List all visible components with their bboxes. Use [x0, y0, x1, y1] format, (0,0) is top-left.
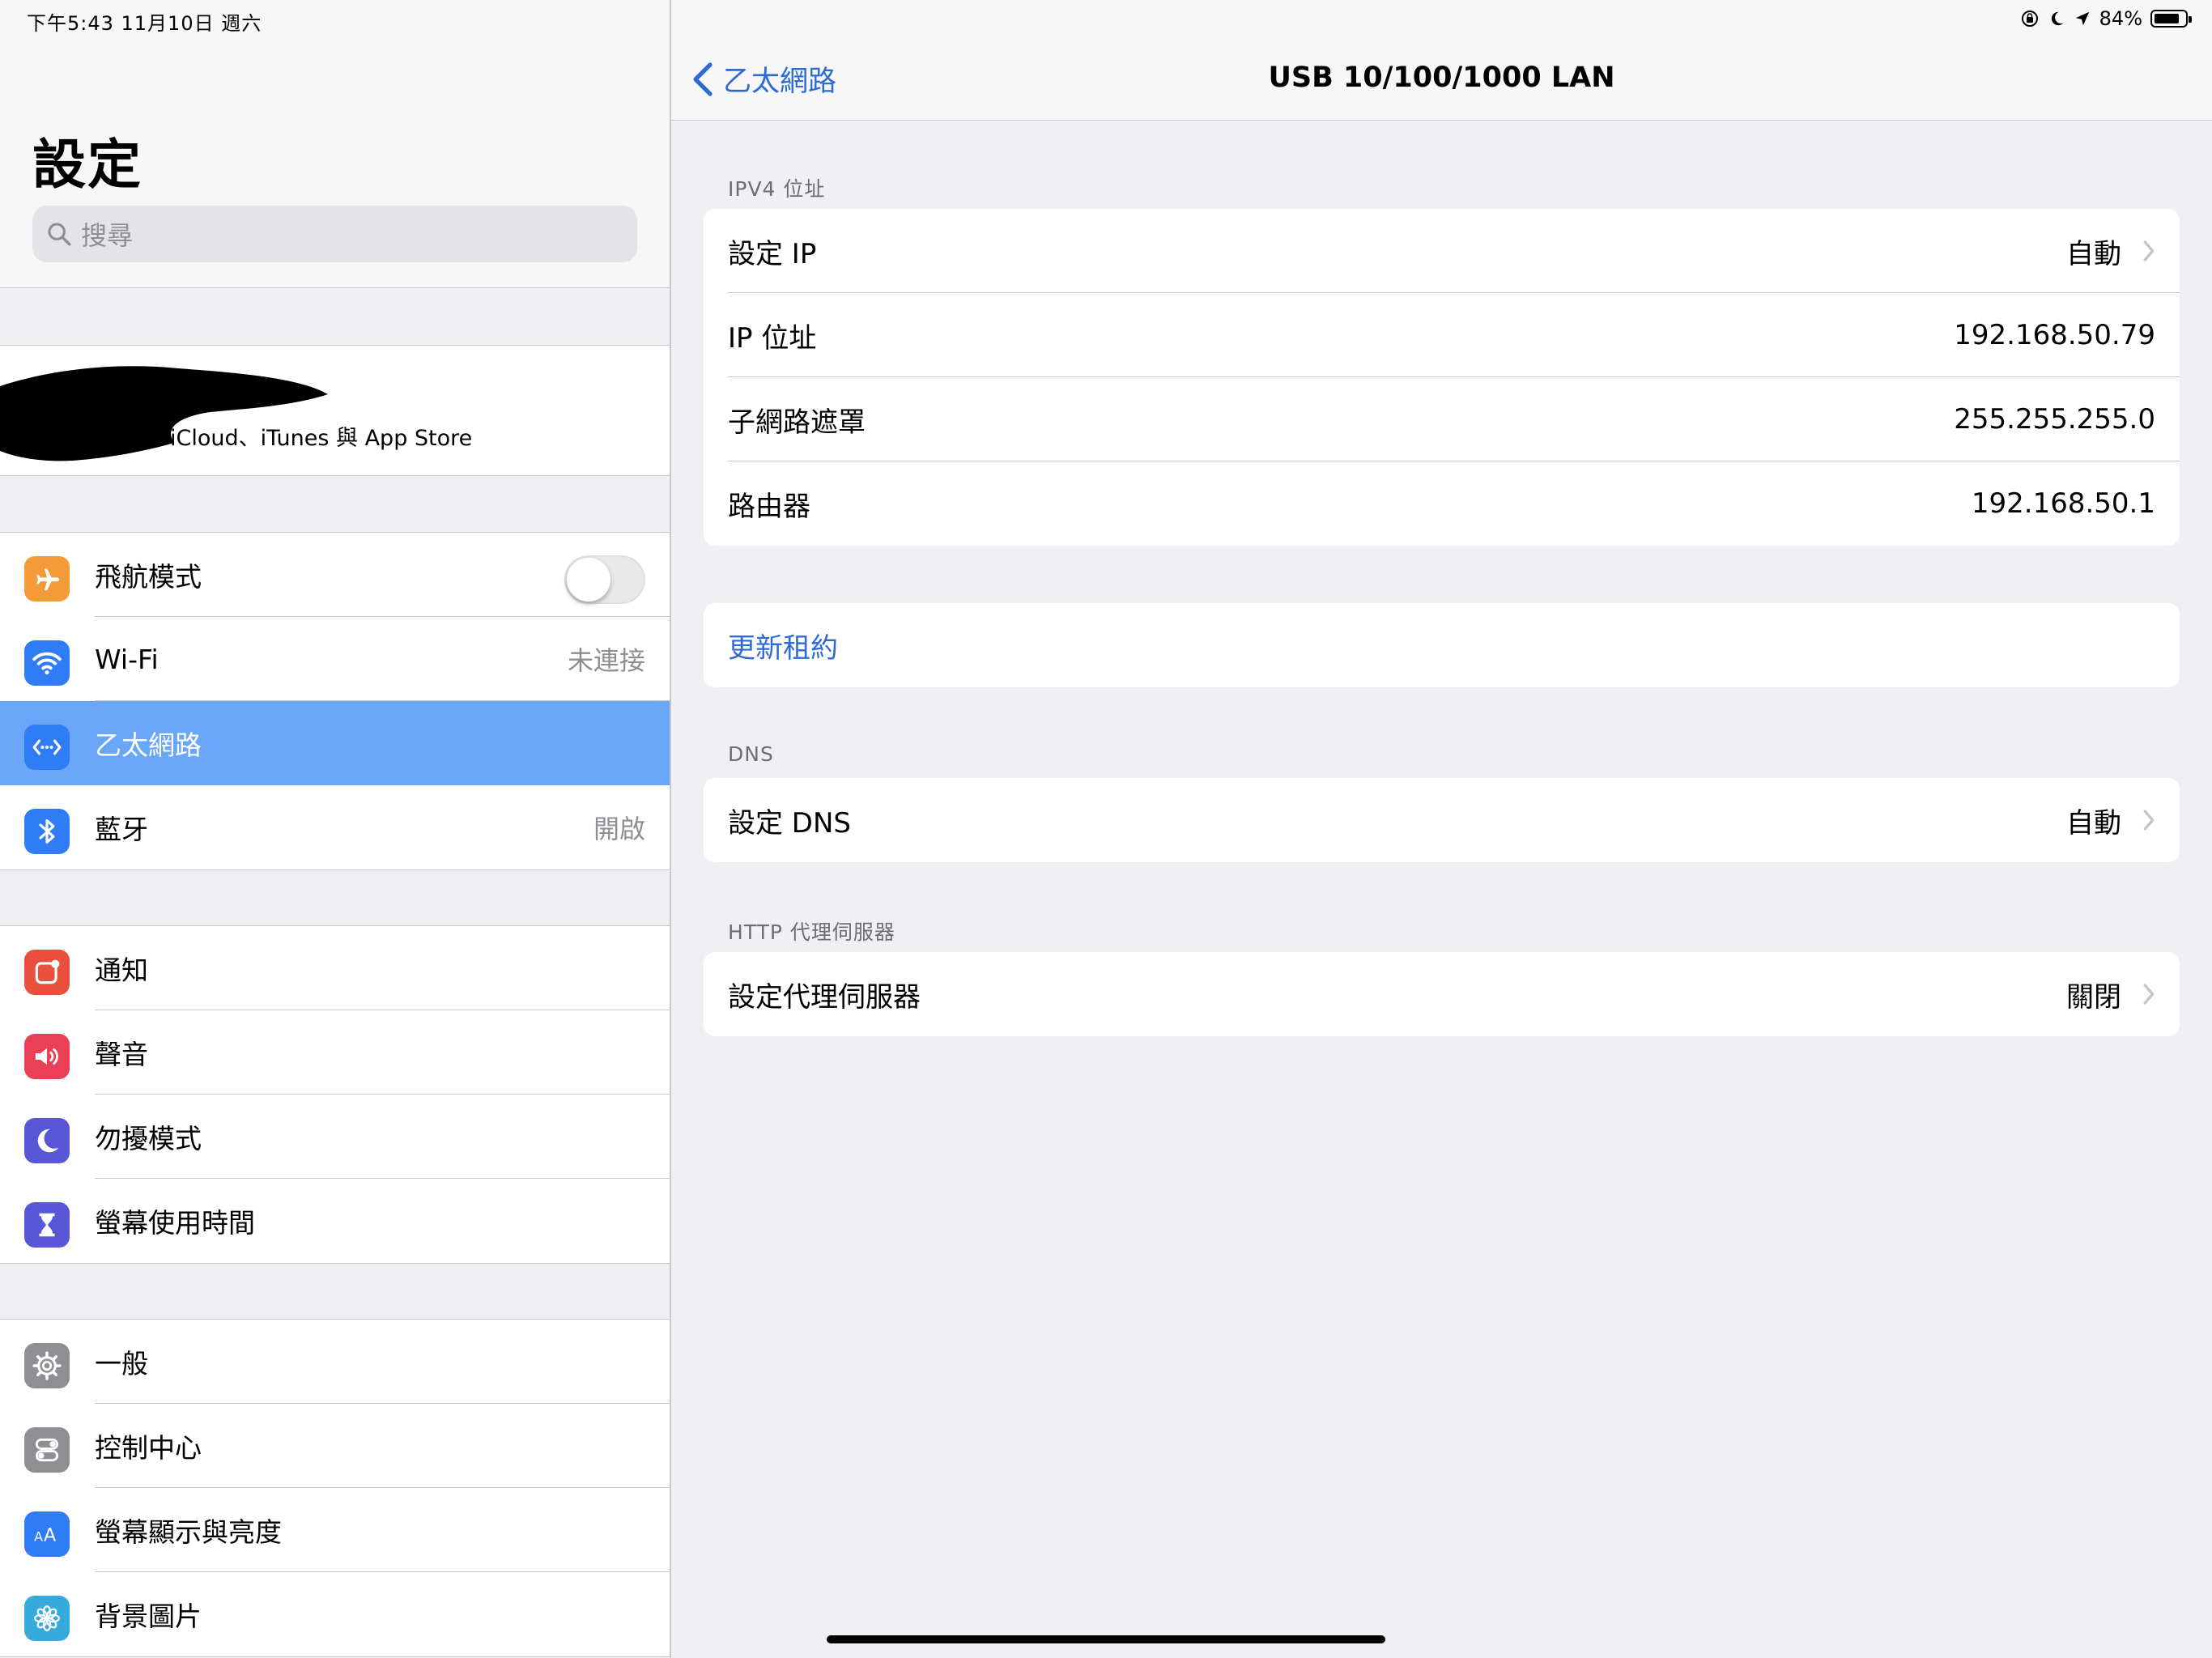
sidebar-item-label: 控制中心: [95, 1432, 202, 1464]
wallpaper-icon: [24, 1596, 70, 1641]
dns-card: 設定 DNS 自動: [704, 778, 2180, 862]
configure-dns-label: 設定 DNS: [728, 806, 852, 840]
apple-id-profile[interactable]: iCloud、iTunes 與 App Store: [0, 345, 670, 476]
status-bar: 下午5:43 11月10日 週六 84%: [0, 0, 2212, 37]
airplane-icon: [24, 556, 70, 602]
dns-section-header: DNS: [728, 742, 774, 766]
sidebar-item-label: 背景圖片: [95, 1601, 202, 1632]
battery-fill: [2155, 14, 2179, 23]
status-time-date: 下午5:43 11月10日 週六: [27, 12, 262, 35]
ipv4-card: 設定 IP 自動 IP 位址 192.168.50.79 子網路遮罩 255.2…: [704, 209, 2180, 546]
subnet-mask-row: 子網路遮罩 255.255.255.0: [704, 377, 2180, 461]
renew-lease-label: 更新租約: [728, 631, 838, 665]
sidebar-item-bluetooth[interactable]: 藍牙 開啟: [0, 785, 670, 869]
sidebar-item-label: 螢幕顯示與亮度: [95, 1516, 282, 1548]
sound-icon: [24, 1034, 70, 1079]
notifications-group: 通知 聲音 勿擾模式 螢幕使用時間: [0, 925, 670, 1264]
sidebar-item-airplane-mode[interactable]: 飛航模式: [0, 533, 670, 617]
wifi-status: 未連接: [567, 645, 645, 676]
configure-proxy-value: 關閉: [2066, 980, 2121, 1014]
bluetooth-status: 開啟: [593, 814, 645, 844]
sidebar-item-wallpaper[interactable]: 背景圖片: [0, 1572, 670, 1656]
sidebar-item-label: 藍牙: [95, 814, 148, 845]
general-group: 一般 控制中心 AA 螢幕顯示與亮度 背景圖片: [0, 1319, 670, 1657]
settings-sidebar: 設定 搜尋 iCloud、iTunes 與 App Store 飛航模式 Wi-…: [0, 0, 671, 1658]
renew-lease-button[interactable]: 更新租約: [704, 603, 2180, 687]
router-row: 路由器 192.168.50.1: [704, 461, 2180, 546]
sidebar-item-screen-time[interactable]: 螢幕使用時間: [0, 1179, 670, 1263]
notifications-icon: [24, 950, 70, 995]
subnet-mask-value: 255.255.255.0: [1954, 403, 2155, 436]
ip-address-row: IP 位址 192.168.50.79: [704, 293, 2180, 377]
orientation-lock-icon: [2021, 11, 2038, 27]
sidebar-item-label: 乙太網路: [95, 729, 202, 761]
configure-dns-value: 自動: [2066, 806, 2121, 840]
sidebar-item-wifi[interactable]: Wi-Fi 未連接: [0, 617, 670, 701]
proxy-section-header: HTTP 代理伺服器: [728, 920, 895, 944]
chevron-right-icon: [2143, 240, 2155, 261]
sidebar-header: 設定 搜尋: [0, 0, 670, 288]
sidebar-item-display-brightness[interactable]: AA 螢幕顯示與亮度: [0, 1488, 670, 1572]
nav-title: USB 10/100/1000 LAN: [1268, 62, 1615, 94]
wifi-icon: [24, 640, 70, 686]
sidebar-item-label: 一般: [95, 1348, 148, 1380]
gear-icon: [24, 1343, 70, 1388]
battery-icon: [2150, 10, 2192, 28]
battery-percent: 84%: [2099, 7, 2142, 30]
sidebar-item-label: 勿擾模式: [95, 1123, 202, 1154]
ipv4-section-header: IPV4 位址: [728, 177, 826, 201]
bluetooth-icon: [24, 809, 70, 854]
hourglass-icon: [24, 1202, 70, 1248]
sidebar-item-do-not-disturb[interactable]: 勿擾模式: [0, 1095, 670, 1179]
sidebar-item-label: Wi-Fi: [95, 643, 159, 675]
search-placeholder: 搜尋: [81, 220, 134, 251]
search-input[interactable]: 搜尋: [32, 206, 637, 262]
ethernet-icon: [24, 725, 70, 770]
toggle-knob: [567, 558, 610, 602]
display-icon: AA: [24, 1511, 70, 1557]
sidebar-item-label: 飛航模式: [95, 561, 202, 593]
sidebar-item-ethernet[interactable]: 乙太網路: [0, 701, 670, 785]
ip-address-value: 192.168.50.79: [1954, 319, 2155, 351]
sidebar-item-notifications[interactable]: 通知: [0, 926, 670, 1010]
location-icon: [2075, 11, 2089, 26]
sidebar-item-label: 聲音: [95, 1039, 148, 1070]
proxy-card: 設定代理伺服器 關閉: [704, 952, 2180, 1036]
sidebar-item-control-center[interactable]: 控制中心: [0, 1404, 670, 1488]
subnet-mask-label: 子網路遮罩: [728, 406, 866, 439]
router-value: 192.168.50.1: [1971, 487, 2155, 520]
ip-address-label: IP 位址: [728, 321, 817, 355]
svg-text:A: A: [34, 1529, 43, 1545]
sidebar-item-general[interactable]: 一般: [0, 1320, 670, 1404]
moon-icon: [2051, 11, 2063, 26]
airplane-mode-toggle[interactable]: [564, 555, 645, 604]
configure-proxy-row[interactable]: 設定代理伺服器 關閉: [704, 952, 2180, 1036]
configure-ip-value: 自動: [2066, 237, 2121, 270]
moon-icon: [24, 1118, 70, 1163]
search-icon: [48, 223, 71, 246]
configure-proxy-label: 設定代理伺服器: [728, 980, 921, 1014]
router-label: 路由器: [728, 490, 810, 523]
configure-ip-label: 設定 IP: [728, 237, 817, 270]
ethernet-detail-pane: 乙太網路 USB 10/100/1000 LAN IPV4 位址 設定 IP 自…: [671, 0, 2212, 1658]
battery-nub: [2189, 16, 2192, 23]
sidebar-item-label: 通知: [95, 954, 148, 986]
svg-text:A: A: [44, 1525, 56, 1546]
control-center-icon: [24, 1427, 70, 1473]
configure-dns-row[interactable]: 設定 DNS 自動: [704, 778, 2180, 862]
renew-lease-card: 更新租約: [704, 603, 2180, 687]
sidebar-item-label: 螢幕使用時間: [95, 1207, 255, 1239]
page-title: 設定: [32, 134, 143, 196]
home-indicator[interactable]: [827, 1635, 1385, 1643]
profile-subtitle: iCloud、iTunes 與 App Store: [170, 426, 473, 451]
chevron-right-icon: [2143, 810, 2155, 831]
sidebar-item-sounds[interactable]: 聲音: [0, 1010, 670, 1095]
status-right: 84%: [2020, 7, 2192, 30]
connectivity-group: 飛航模式 Wi-Fi 未連接 乙太網路 藍牙 開啟: [0, 532, 670, 870]
chevron-right-icon: [2143, 984, 2155, 1005]
configure-ip-row[interactable]: 設定 IP 自動: [704, 209, 2180, 293]
